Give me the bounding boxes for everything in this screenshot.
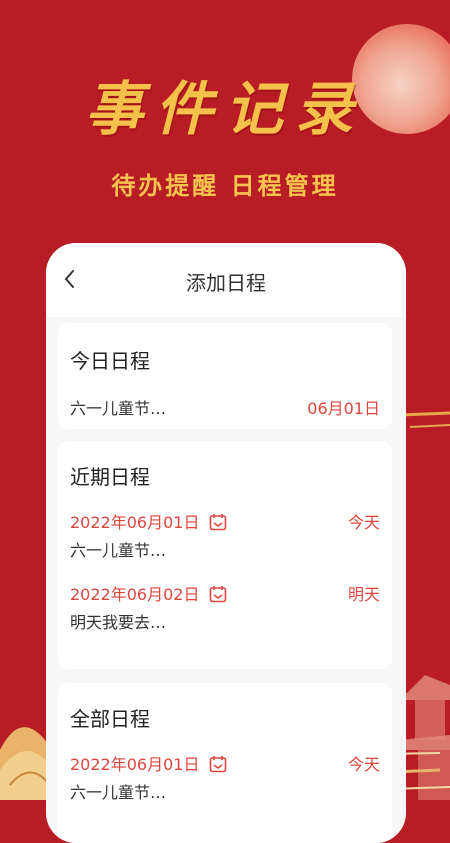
phone-screen: 添加日程 今日日程 六一儿童节… 06月01日 近期日程 2022年06月01日… — [46, 243, 406, 843]
headline: 事件记录 — [84, 75, 365, 143]
calendar-icon — [209, 514, 226, 531]
subline: 待办提醒 日程管理 — [111, 172, 339, 200]
today-card[interactable]: 今日日程 六一儿童节… 06月01日 — [58, 323, 392, 429]
entry-text: 六一儿童节… — [70, 783, 167, 802]
nav-bar: 添加日程 — [46, 243, 406, 317]
recent-card: 近期日程 2022年06月01日 今天 六一儿童节… 2022年06月02日 明… — [58, 441, 392, 669]
recent-title: 近期日程 — [70, 465, 150, 489]
entry-date: 2022年06月02日 — [70, 585, 200, 604]
calendar-icon — [209, 756, 226, 773]
entry-tag: 明天 — [347, 585, 380, 604]
entry-text: 明天我要去… — [70, 613, 167, 632]
entry-date: 2022年06月01日 — [70, 513, 200, 532]
entry-tag: 今天 — [347, 755, 380, 774]
today-date: 06月01日 — [307, 399, 380, 418]
today-title: 今日日程 — [70, 349, 150, 373]
today-item[interactable]: 六一儿童节… — [70, 395, 166, 419]
nav-title: 添加日程 — [186, 271, 266, 295]
cloud-line-decoration-right — [400, 411, 450, 428]
entry-date: 2022年06月01日 — [70, 755, 200, 774]
calendar-icon — [209, 586, 226, 603]
all-title: 全部日程 — [70, 707, 150, 731]
recent-entry-date-row: 2022年06月01日 — [70, 509, 227, 533]
recent-entry-date-row: 2022年06月02日 — [70, 581, 227, 605]
all-card: 全部日程 2022年06月01日 今天 六一儿童节… — [58, 683, 392, 843]
all-entry-date-row: 2022年06月01日 — [70, 751, 227, 775]
entry-text: 六一儿童节… — [70, 541, 167, 560]
entry-tag: 今天 — [347, 513, 380, 532]
